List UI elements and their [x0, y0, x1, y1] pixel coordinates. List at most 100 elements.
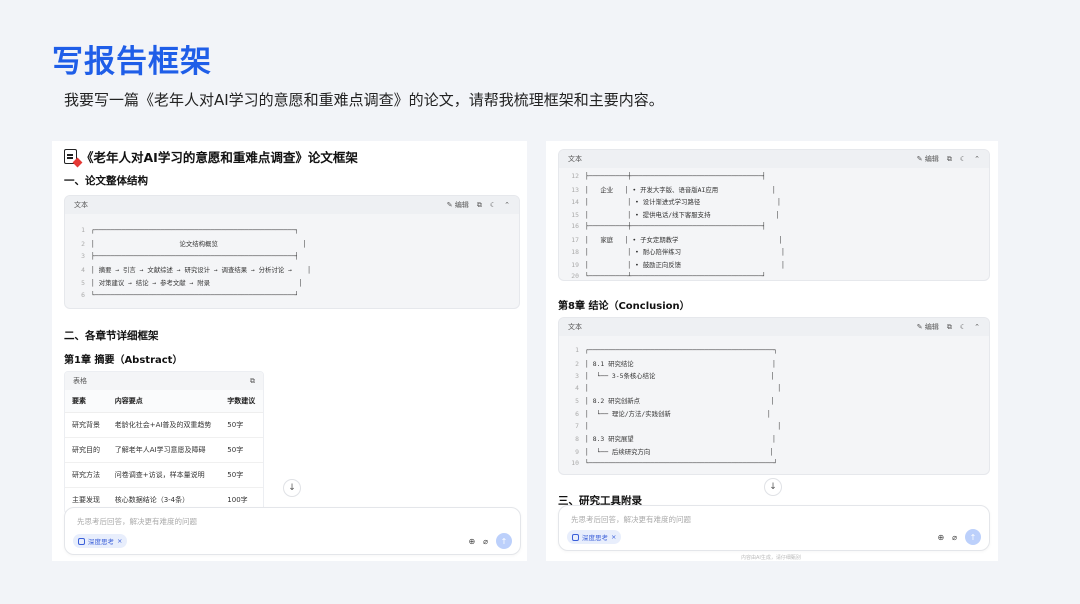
line-text: └───────────────────────────────────────…	[585, 459, 778, 468]
line-text: └───────────────────────────────────────…	[91, 291, 299, 299]
prompt-text: 我要写一篇《老年人对AI学习的意愿和重难点调查》的论文，请帮我梳理框架和主要内容…	[64, 91, 664, 109]
line-text: │ └── 后续研究方向 │	[585, 447, 774, 456]
section-heading-2: 二、各章节详细框架	[64, 330, 159, 342]
slide-title: 写报告框架	[52, 44, 212, 80]
line-text: │ └── 3-5条核心结论 │	[585, 372, 775, 381]
paperclip-icon[interactable]: ⌀	[483, 537, 488, 546]
line-text: └──────────┴────────────────────────────…	[585, 272, 766, 280]
code-line: 20 └──────────┴──────────────────────────…	[559, 272, 766, 280]
code-block-header: 文本 ✎ 编辑 ⧉ ☾ ⌃	[65, 196, 519, 214]
send-button[interactable]: ↑	[965, 529, 981, 545]
line-text: │ 8.2 研究创新点 │	[585, 397, 775, 406]
send-button[interactable]: ↑	[496, 533, 512, 549]
scroll-down-button[interactable]: ↓	[764, 478, 782, 496]
code-line: 2 │ 8.1 研究结论 │	[559, 359, 776, 369]
code-line: 15 │ │ • 提供电话/线下客服支持 │	[559, 210, 779, 220]
paperclip-icon[interactable]: ⌀	[952, 533, 957, 542]
chip-label: 深度思考	[582, 534, 608, 542]
globe-icon[interactable]: ⊕	[468, 537, 475, 546]
line-number: 16	[571, 222, 579, 230]
code-line: 17 │ 家庭 │ • 子女定期教学 │	[559, 235, 782, 245]
table-cell: 老龄化社会+AI普及的双重趋势	[107, 412, 221, 438]
globe-icon[interactable]: ⊕	[937, 533, 944, 542]
chapter-1-heading: 第1章 摘要（Abstract）	[64, 355, 183, 366]
chevron-up-icon[interactable]: ⌃	[974, 155, 980, 163]
code-line: 12 ├──────────┼──────────────────────────…	[559, 172, 766, 182]
table-label: 表格	[73, 377, 87, 385]
line-number: 17	[571, 235, 579, 244]
code-block-label: 文本	[568, 155, 582, 163]
scroll-down-button[interactable]: ↓	[283, 479, 301, 497]
code-block-structure: 文本 ✎ 编辑 ⧉ ☾ ⌃ 1 ┌────────────────────────…	[64, 195, 520, 309]
deep-think-icon	[572, 533, 579, 541]
table-cell: 研究方法	[65, 462, 108, 488]
table-row: 研究方法 问卷调查+访谈，样本量说明 50字	[65, 462, 263, 488]
line-text: │ 对策建议 → 结论 → 参考文献 → 附录 │	[91, 279, 303, 287]
right-chat-panel: 文本 ✎ 编辑 ⧉ ☾ ⌃ 12 ├──────────┼────────────…	[546, 141, 998, 561]
line-text: │ └── 理论/方法/实践创新 │	[585, 410, 771, 418]
line-number: 14	[571, 198, 579, 206]
deep-think-chip[interactable]: 深度思考 ×	[73, 534, 128, 548]
code-block-suggestions: 文本 ✎ 编辑 ⧉ ☾ ⌃ 12 ├──────────┼────────────…	[558, 149, 990, 281]
table-cell: 研究背景	[65, 412, 108, 438]
line-text: │ 摘要 → 引言 → 文献综述 → 研究设计 → 调查结果 → 分析讨论 → …	[91, 266, 312, 274]
code-line: 4 │ 摘要 → 引言 → 文献综述 → 研究设计 → 调查结果 → 分析讨论 →…	[65, 265, 311, 275]
edit-button[interactable]: ✎ 编辑	[917, 322, 939, 332]
edit-button[interactable]: ✎ 编辑	[447, 200, 469, 210]
abstract-table: 表格 ⧉ 要素 内容要点 字数建议 研究背景 老龄化社会+AI普及的双重趋势 5…	[64, 371, 264, 514]
input-placeholder: 先思考后回答，解决更有难度的问题	[571, 515, 691, 524]
moon-icon[interactable]: ☾	[960, 323, 966, 331]
table-row: 研究目的 了解老年人AI学习意愿及障碍 50字	[65, 437, 263, 463]
line-number: 2	[81, 240, 85, 248]
line-number: 13	[571, 185, 579, 194]
code-line: 18 │ │ • 耐心陪伴练习 │	[559, 247, 785, 257]
chevron-up-icon[interactable]: ⌃	[504, 201, 510, 209]
left-chat-panel: 《老年人对AI学习的意愿和重难点调查》论文框架 一、论文整体结构 文本 ✎ 编辑…	[52, 141, 527, 561]
table-header: 字数建议	[220, 390, 263, 413]
input-placeholder: 先思考后回答，解决更有难度的问题	[77, 517, 197, 526]
arrow-down-icon: ↓	[288, 483, 296, 493]
doc-title-text: 《老年人对AI学习的意愿和重难点调查》论文框架	[81, 150, 358, 165]
chip-label: 深度思考	[88, 538, 114, 546]
line-number: 5	[575, 397, 579, 406]
table-cell: 了解老年人AI学习意愿及障碍	[107, 437, 221, 463]
edit-button[interactable]: ✎ 编辑	[917, 154, 939, 164]
copy-icon[interactable]: ⧉	[947, 323, 952, 332]
code-line: 1 ┌──────────────────────────────────────…	[559, 346, 777, 356]
line-number: 10	[571, 459, 579, 468]
close-icon[interactable]: ×	[611, 533, 616, 541]
send-icon: ↑	[500, 536, 508, 546]
line-text: │ 企业 │ • 开发大字版、语音版AI应用 │	[585, 185, 776, 194]
line-number: 2	[575, 359, 579, 368]
close-icon[interactable]: ×	[117, 537, 122, 545]
chat-input[interactable]: 先思考后回答，解决更有难度的问题 深度思考 × ⊕ ⌀ ↑	[558, 505, 990, 551]
chat-input[interactable]: 先思考后回答，解决更有难度的问题 深度思考 × ⊕ ⌀ ↑	[64, 507, 521, 555]
table-cell: 50字	[220, 462, 263, 488]
line-number: 3	[81, 252, 85, 260]
send-icon: ↑	[969, 532, 977, 542]
moon-icon[interactable]: ☾	[490, 201, 496, 209]
line-text: │ 论文结构概览 │	[91, 240, 307, 248]
line-text: │ 家庭 │ • 子女定期教学 │	[585, 235, 783, 244]
deep-think-icon	[78, 537, 85, 545]
line-text: │ │	[585, 383, 782, 392]
chevron-up-icon[interactable]: ⌃	[974, 323, 980, 331]
line-number: 12	[571, 172, 579, 180]
copy-icon[interactable]: ⧉	[477, 201, 482, 210]
code-line: 3 │ └── 3-5条核心结论 │	[559, 371, 775, 381]
line-number: 1	[81, 226, 85, 234]
table-cell: 问卷调查+访谈，样本量说明	[107, 462, 221, 488]
line-number: 19	[571, 260, 579, 269]
chapter-8-heading: 第8章 结论（Conclusion）	[558, 301, 690, 312]
deep-think-chip[interactable]: 深度思考 ×	[567, 530, 622, 544]
moon-icon[interactable]: ☾	[960, 155, 966, 163]
edit-label: 编辑	[924, 155, 939, 163]
copy-icon[interactable]: ⧉	[947, 155, 952, 164]
code-block-label: 文本	[568, 323, 582, 331]
copy-icon[interactable]: ⧉	[250, 377, 255, 386]
line-text: │ │ • 鼓励正向反馈 │	[585, 260, 785, 269]
line-text: │ │ • 设计渐进式学习路径 │	[585, 198, 782, 206]
arrow-down-icon: ↓	[769, 482, 777, 492]
line-number: 9	[575, 447, 579, 456]
code-line: 14 │ │ • 设计渐进式学习路径 │	[559, 197, 781, 207]
